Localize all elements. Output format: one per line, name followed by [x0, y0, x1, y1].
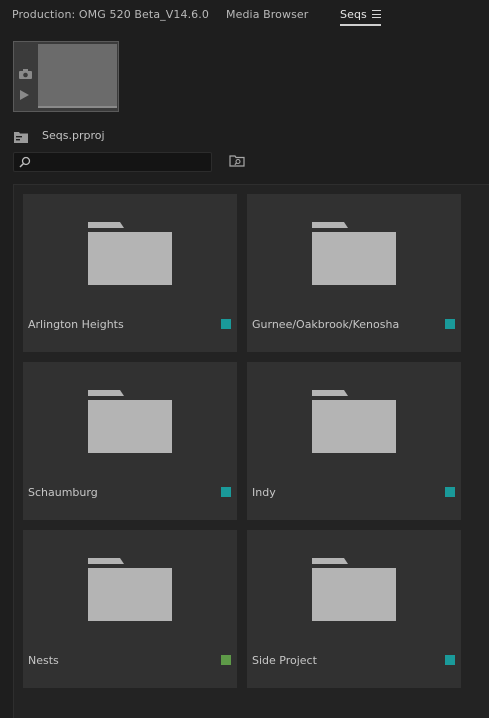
camera-icon[interactable] — [19, 69, 32, 79]
label-color-swatch[interactable] — [221, 655, 231, 665]
label-color-swatch[interactable] — [221, 319, 231, 329]
panel-tab-bar: Production: OMG 520 Beta_V14.6.0 Media B… — [0, 0, 489, 30]
label-color-swatch[interactable] — [445, 319, 455, 329]
folder-icon — [88, 558, 172, 621]
thumbnail-image — [38, 44, 117, 106]
label-color-swatch[interactable] — [445, 487, 455, 497]
folder-icon — [312, 390, 396, 453]
bin-tile[interactable]: Gurnee/Oakbrook/Kenosha — [247, 194, 461, 352]
bin-tile[interactable]: Nests — [23, 530, 237, 688]
project-bin-icon — [14, 132, 28, 143]
bin-label: Arlington Heights — [28, 318, 124, 331]
folder-icon — [312, 222, 396, 285]
bin-label: Schaumburg — [28, 486, 98, 499]
bin-tile[interactable]: Arlington Heights — [23, 194, 237, 352]
tab-production[interactable]: Production: OMG 520 Beta_V14.6.0 — [12, 8, 209, 21]
project-name: Seqs.prproj — [42, 129, 105, 142]
bin-tile[interactable]: Schaumburg — [23, 362, 237, 520]
bin-label: Gurnee/Oakbrook/Kenosha — [252, 318, 400, 331]
search-icon — [19, 156, 31, 168]
thumbnail-scrub-bar[interactable] — [38, 106, 117, 108]
search-field[interactable] — [13, 152, 212, 172]
bin-label: Nests — [28, 654, 59, 667]
label-color-swatch[interactable] — [221, 487, 231, 497]
label-color-swatch[interactable] — [445, 655, 455, 665]
tab-media-browser[interactable]: Media Browser — [226, 8, 308, 21]
bin-grid: Arlington Heights Gurnee/Oakbrook/Kenosh… — [13, 184, 489, 718]
active-tab-indicator — [340, 24, 381, 26]
tab-seqs[interactable]: Seqs — [340, 8, 367, 21]
folder-icon — [88, 390, 172, 453]
bin-tile[interactable]: Indy — [247, 362, 461, 520]
play-icon[interactable] — [20, 90, 29, 100]
bin-label: Indy — [252, 486, 276, 499]
panel-menu-icon[interactable] — [372, 10, 381, 18]
bin-label: Side Project — [252, 654, 317, 667]
folder-icon — [312, 558, 396, 621]
search-input[interactable] — [36, 155, 206, 169]
project-panel: Production: OMG 520 Beta_V14.6.0 Media B… — [0, 0, 489, 718]
bin-tile[interactable]: Side Project — [247, 530, 461, 688]
clip-thumbnail-preview[interactable] — [13, 41, 119, 112]
folder-icon — [88, 222, 172, 285]
find-in-folder-icon[interactable] — [229, 155, 245, 167]
